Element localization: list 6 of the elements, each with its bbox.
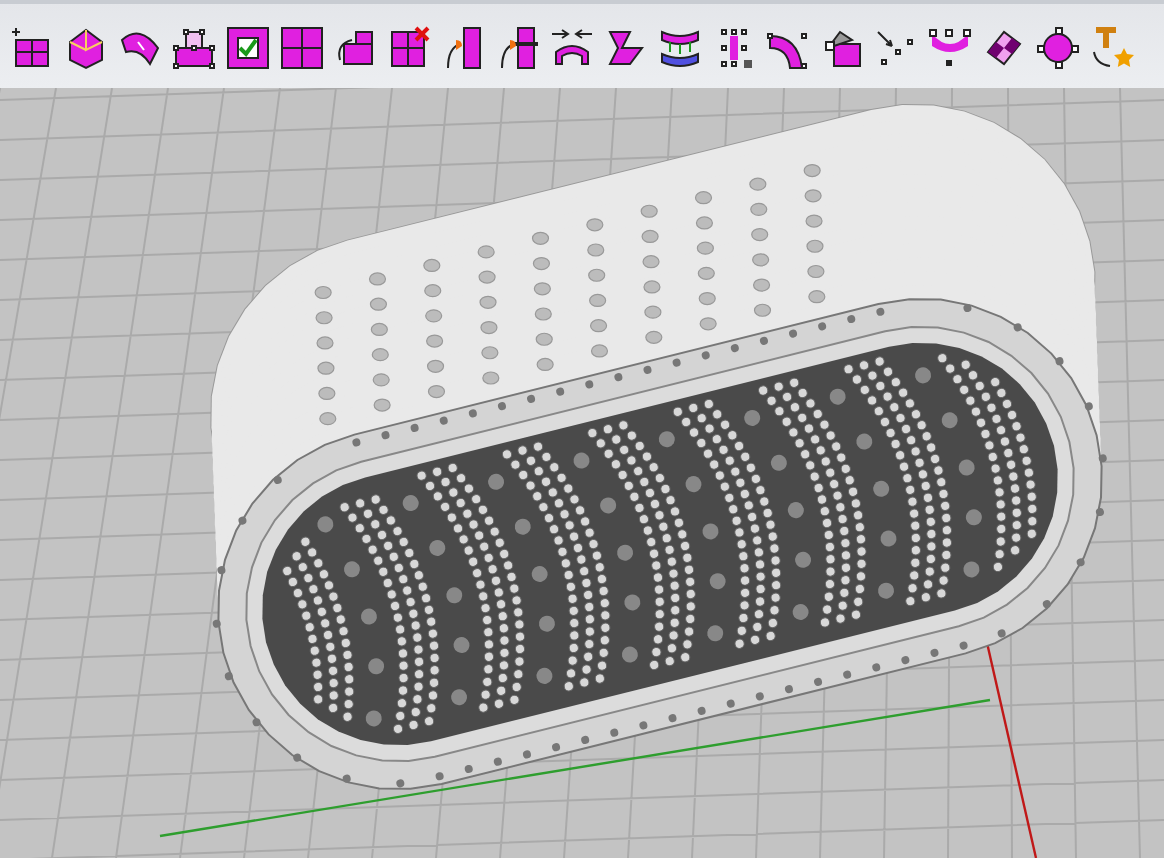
delete-icon[interactable] bbox=[386, 24, 434, 72]
target-icon[interactable] bbox=[1034, 24, 1082, 72]
panels-icon[interactable] bbox=[278, 24, 326, 72]
check-icon[interactable] bbox=[224, 24, 272, 72]
textstar-icon[interactable] bbox=[1088, 24, 1136, 72]
points-icon[interactable] bbox=[170, 24, 218, 72]
